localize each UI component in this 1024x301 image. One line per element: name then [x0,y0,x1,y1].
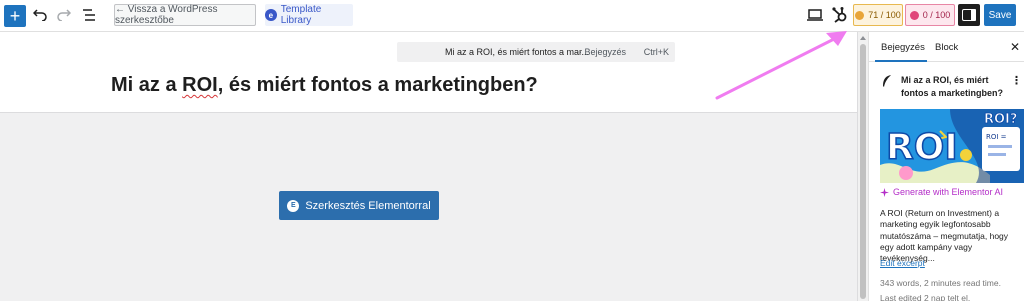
command-bar-type: · Bejegyzés [579,47,627,57]
sidebar-tabs: Bejegyzés Block ✕ [869,32,1024,62]
command-bar-title: Mi az a ROI, és miért fontos a mar... [445,47,590,57]
tab-block[interactable]: Block [935,42,958,53]
feather-icon [881,74,893,88]
readability-score-button[interactable]: 0 / 100 [905,4,955,26]
image-text-roi-question: ROI? [984,112,1017,127]
document-outline-icon[interactable] [80,6,98,24]
template-library-label: Template Library [280,4,322,26]
more-options-icon[interactable]: ⋮ [1011,74,1022,87]
scrollbar-thumb[interactable] [860,44,866,299]
template-library-button[interactable]: e Template Library [265,4,353,26]
sparkle-icon [880,187,889,197]
featured-image[interactable]: ROI ROI? ROI = [880,109,1024,183]
edit-excerpt-link[interactable]: Edit excerpt [880,258,925,268]
post-title-part1: Mi az a [111,74,183,96]
seo-score-value: 71 / 100 [868,10,901,20]
template-library-icon: e [265,9,277,21]
seo-score-icon [855,10,865,20]
preview-icon[interactable] [806,7,824,23]
elementor-icon: E [287,199,300,212]
tab-post[interactable]: Bejegyzés [881,42,925,53]
elementor-placeholder-area: E Szerkesztés Elementorral [0,112,857,301]
scroll-up-icon[interactable] [860,36,866,40]
post-title-part2: , és miért fontos a marketingben? [217,74,538,96]
readability-score-icon [909,10,919,20]
image-text-formula: ROI = [986,133,1007,141]
editor-canvas: Mi az a ROI, és miért fontos a mar... · … [0,32,857,301]
word-count-meta: 343 words, 2 minutes read time. [880,278,1001,288]
seo-score-button[interactable]: 71 / 100 [853,4,903,26]
editor-window: + ← Vissza a WordPress szerkesztőbe e Te… [0,0,1024,301]
image-text-roi: ROI [886,127,958,168]
close-icon[interactable]: ✕ [1010,40,1020,54]
edit-with-elementor-label: Szerkesztés Elementorral [305,199,431,212]
hubspot-icon[interactable] [830,5,850,25]
edit-with-elementor-button[interactable]: E Szerkesztés Elementorral [279,191,439,220]
add-block-button[interactable]: + [4,5,26,27]
back-to-wordpress-button[interactable]: ← Vissza a WordPress szerkesztőbe [114,4,256,26]
post-title[interactable]: Mi az a ROI, és miért fontos a marketing… [111,74,538,97]
canvas-scrollbar[interactable] [857,32,868,301]
last-edited-meta: Last edited 2 nap telt el. [880,293,971,301]
post-excerpt: A ROI (Return on Investment) a marketing… [880,208,1009,264]
command-bar-shortcut: Ctrl+K [643,47,669,57]
settings-sidebar: Bejegyzés Block ✕ Mi az a ROI, és miért … [868,32,1024,301]
settings-sidebar-toggle-button[interactable] [958,4,980,26]
post-title-roi: ROI [182,74,218,96]
generate-with-ai-link[interactable]: Generate with Elementor AI [880,187,1003,197]
command-palette-bar[interactable]: Mi az a ROI, és miért fontos a mar... · … [397,42,675,62]
undo-icon[interactable] [31,6,49,24]
generate-with-ai-label: Generate with Elementor AI [893,187,1004,197]
redo-icon[interactable] [55,6,73,24]
sidebar-post-title: Mi az a ROI, és miért fontos a marketing… [901,75,1004,98]
save-button[interactable]: Save [984,4,1016,26]
readability-score-value: 0 / 100 [922,10,951,20]
top-toolbar: + ← Vissza a WordPress szerkesztőbe e Te… [0,0,1024,32]
active-tab-indicator [875,60,927,62]
